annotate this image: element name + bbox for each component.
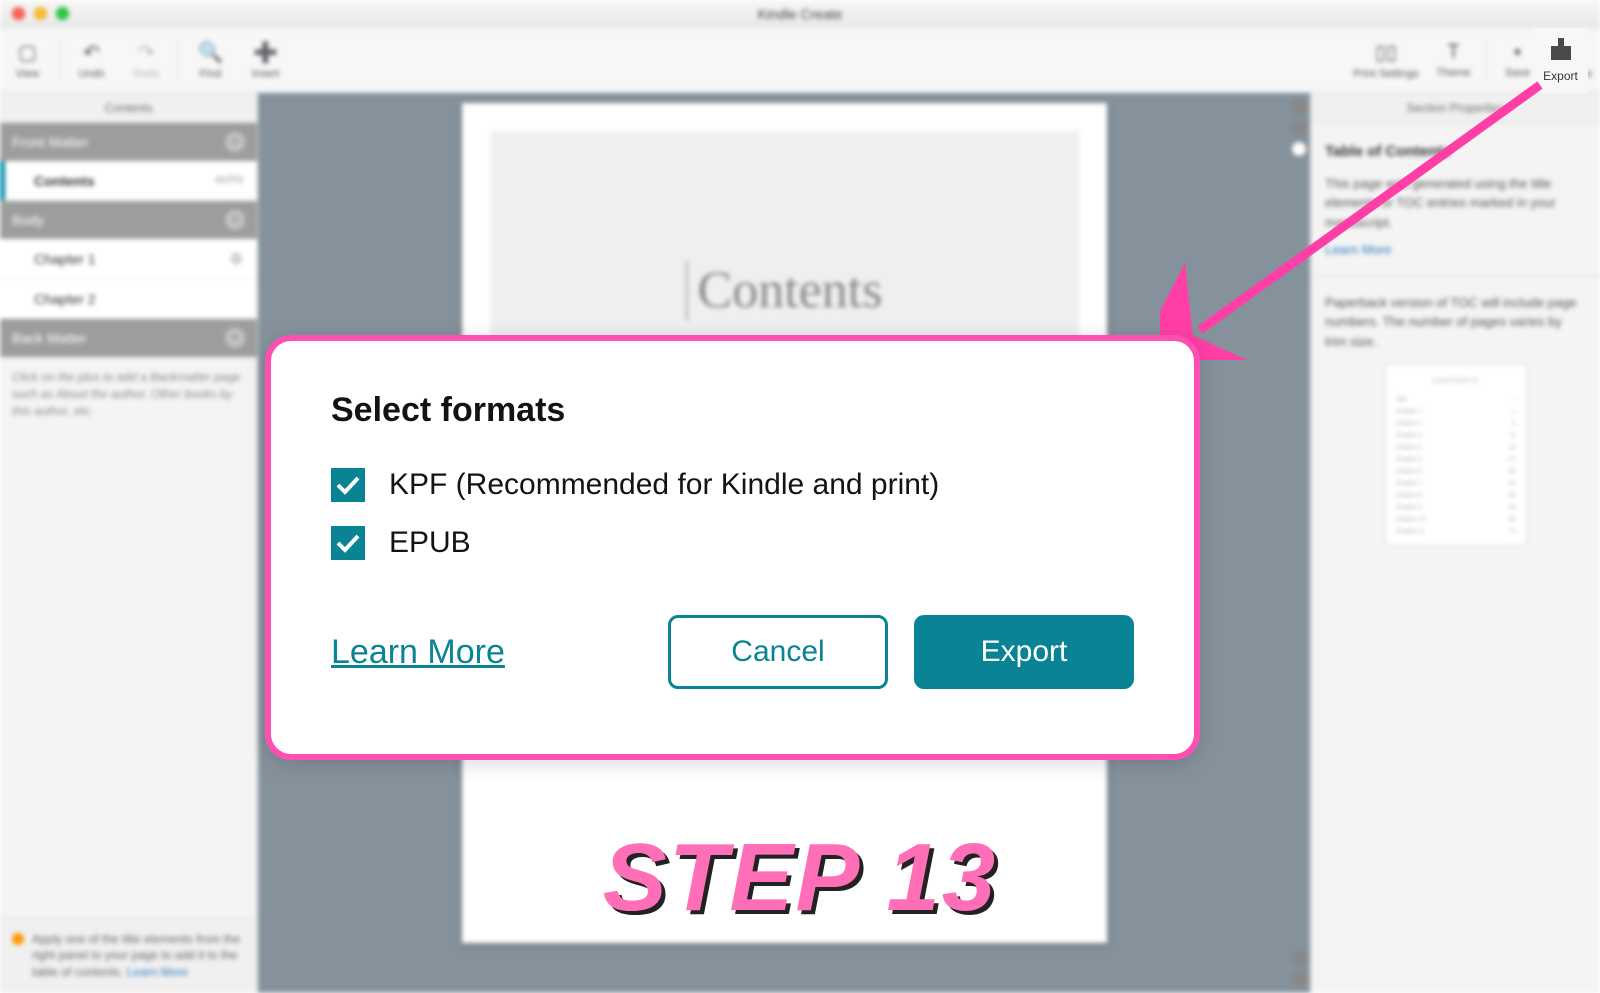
find-button[interactable]: 🔍Find (183, 28, 238, 93)
plus-icon[interactable]: + (225, 132, 245, 152)
plus-icon[interactable]: + (225, 210, 245, 230)
back-matter-section[interactable]: Back Matter+ (0, 319, 257, 357)
book-open-icon: ▯▯ (1375, 40, 1397, 65)
toolbar: ▢View ↶Undo ↷Redo 🔍Find ➕Insert ▯▯Print … (0, 28, 1600, 93)
titlebar: Kindle Create (0, 0, 1600, 28)
view-option-icon[interactable] (1291, 120, 1307, 136)
format-label-kpf: KPF (Recommended for Kindle and print) (389, 468, 939, 502)
view-option-icon[interactable] (1291, 99, 1307, 115)
page-title: Contents (686, 261, 883, 320)
toc-thumbnail: CONTENTS TitleiChapter 11Chapter 25Chapt… (1386, 365, 1526, 545)
maximize-window-icon[interactable] (56, 7, 69, 20)
print-settings-button[interactable]: ▯▯Print Settings (1346, 28, 1426, 93)
format-option-epub[interactable]: EPUB (331, 526, 1134, 560)
theme-button[interactable]: TTheme (1426, 28, 1481, 93)
export-icon (1549, 38, 1573, 66)
dialog-title: Select formats (331, 391, 1134, 430)
step-label: STEP 13 (603, 823, 998, 933)
sidebar-tip: Apply one of the title elements from the… (0, 918, 257, 993)
front-matter-section[interactable]: Front Matter+ (0, 123, 257, 161)
view-button[interactable]: ▢View (0, 28, 55, 93)
toc-learn-more-link[interactable]: Learn More (1325, 240, 1391, 260)
plus-circle-icon: ➕ (253, 40, 278, 65)
warning-dot-icon (12, 933, 24, 945)
format-label-epub: EPUB (389, 526, 471, 560)
export-button[interactable]: Export (1533, 28, 1588, 93)
view-bottom-icon[interactable] (1291, 971, 1307, 987)
theme-icon: T (1447, 41, 1459, 64)
search-icon: 🔍 (198, 40, 223, 65)
undo-icon: ↶ (83, 40, 100, 65)
redo-button[interactable]: ↷Redo (119, 28, 174, 93)
plus-icon[interactable]: + (225, 328, 245, 348)
view-icon: ▢ (18, 40, 37, 65)
close-window-icon[interactable] (12, 7, 25, 20)
checkbox-kpf[interactable] (331, 468, 365, 502)
sidebar-item-chapter1[interactable]: Chapter 1⚙ (0, 239, 257, 279)
export-confirm-button[interactable]: Export (914, 615, 1134, 689)
contents-panel-header: Contents (0, 93, 257, 123)
contents-panel: Contents Front Matter+ ContentsAUTO Body… (0, 93, 258, 993)
dialog-learn-more-link[interactable]: Learn More (331, 633, 505, 672)
toc-description: This page was generated using the title … (1325, 174, 1586, 233)
gear-icon[interactable]: ⚙ (230, 250, 243, 268)
sidebar-item-contents[interactable]: ContentsAUTO (0, 161, 257, 201)
cancel-button[interactable]: Cancel (668, 615, 888, 689)
app-title: Kindle Create (758, 6, 843, 22)
export-dialog: Select formats KPF (Recommended for Kind… (265, 335, 1200, 760)
body-section[interactable]: Body+ (0, 201, 257, 239)
checkbox-epub[interactable] (331, 526, 365, 560)
view-bottom-icon[interactable] (1291, 950, 1307, 966)
properties-header: Section Properties (1311, 93, 1600, 123)
toc-note: Paperback version of TOC will include pa… (1325, 293, 1586, 352)
properties-panel: Section Properties Table of Contents Thi… (1310, 93, 1600, 993)
minimize-window-icon[interactable] (34, 7, 47, 20)
backmatter-hint: Click on the plus to add a Backmatter pa… (0, 357, 257, 431)
view-option-icon[interactable] (1291, 141, 1307, 157)
format-option-kpf[interactable]: KPF (Recommended for Kindle and print) (331, 468, 1134, 502)
view-toggle-strip[interactable] (1288, 93, 1310, 157)
undo-button[interactable]: ↶Undo (64, 28, 119, 93)
window-controls[interactable] (12, 7, 69, 20)
insert-button[interactable]: ➕Insert (238, 28, 293, 93)
tip-learn-more-link[interactable]: Learn More (127, 965, 188, 979)
toc-title: Table of Contents (1325, 141, 1586, 164)
redo-icon: ↷ (138, 40, 155, 65)
sidebar-item-chapter2[interactable]: Chapter 2 (0, 279, 257, 319)
save-icon: ▪ (1514, 41, 1521, 64)
